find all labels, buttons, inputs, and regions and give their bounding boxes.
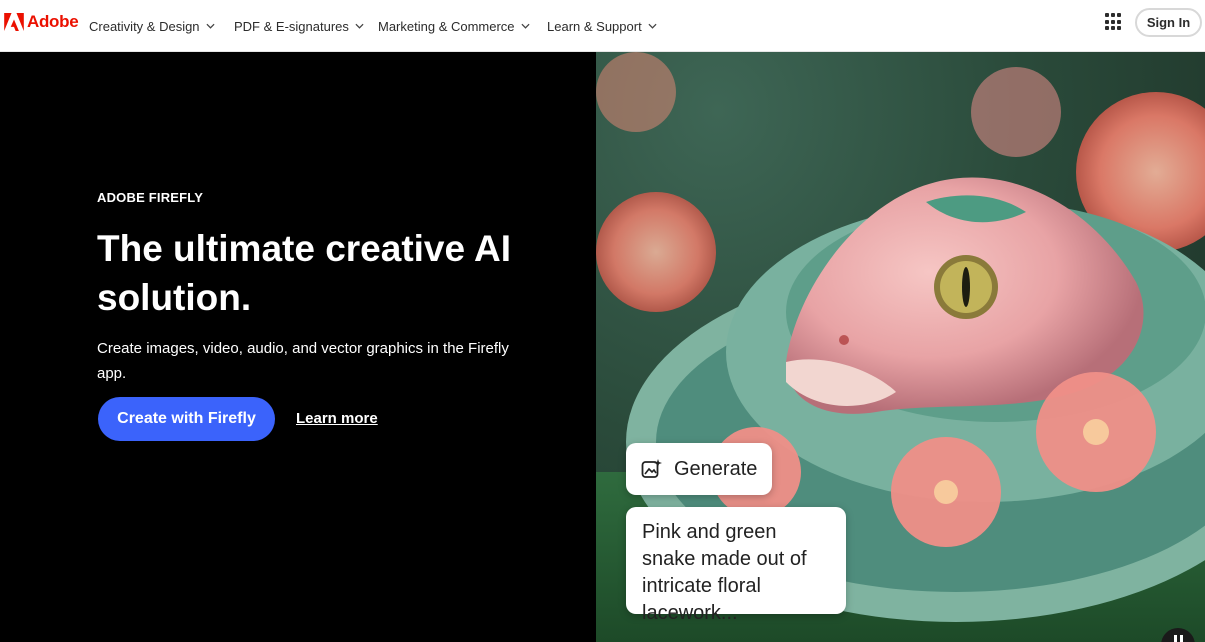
chevron-down-icon xyxy=(648,23,657,29)
nav-item-creativity-design[interactable]: Creativity & Design xyxy=(89,19,234,34)
nav-item-marketing-commerce[interactable]: Marketing & Commerce xyxy=(378,19,547,34)
grid-icon[interactable] xyxy=(1105,13,1123,31)
global-nav: Adobe Creativity & Design PDF & E-signat… xyxy=(0,0,1205,52)
chevron-down-icon xyxy=(355,23,364,29)
learn-more-link[interactable]: Learn more xyxy=(296,410,378,427)
brand-name: Adobe xyxy=(27,12,79,31)
generate-button[interactable]: Generate xyxy=(626,443,772,495)
adobe-logo[interactable]: Adobe xyxy=(4,12,79,32)
prompt-card: Pink and green snake made out of intrica… xyxy=(626,507,846,624)
generate-label: Generate xyxy=(674,457,758,480)
chevron-down-icon xyxy=(206,23,215,29)
nav-item-label: Marketing & Commerce xyxy=(378,18,515,34)
nav-item-pdf-esignatures[interactable]: PDF & E-signatures xyxy=(234,19,378,34)
chevron-down-icon xyxy=(521,23,530,29)
primary-menu: Creativity & Design PDF & E-signatures M… xyxy=(89,0,657,52)
nav-item-label: Learn & Support xyxy=(547,18,642,34)
hero-headline: The ultimate creative AI solution. xyxy=(97,228,511,318)
prompt-text: Pink and green snake made out of intrica… xyxy=(642,521,807,624)
hero-subtext: Create images, video, audio, and vector … xyxy=(97,340,509,382)
sign-in-button[interactable]: Sign In xyxy=(1135,8,1202,37)
sparkle-image-icon xyxy=(641,459,662,478)
nav-item-label: PDF & E-signatures xyxy=(234,18,349,34)
adobe-logo-icon xyxy=(4,13,24,31)
nav-item-label: Creativity & Design xyxy=(89,18,200,34)
hero-eyebrow: ADOBE FIREFLY xyxy=(97,190,204,205)
nav-item-learn-support[interactable]: Learn & Support xyxy=(547,19,657,34)
create-with-firefly-button[interactable]: Create with Firefly xyxy=(98,397,275,441)
